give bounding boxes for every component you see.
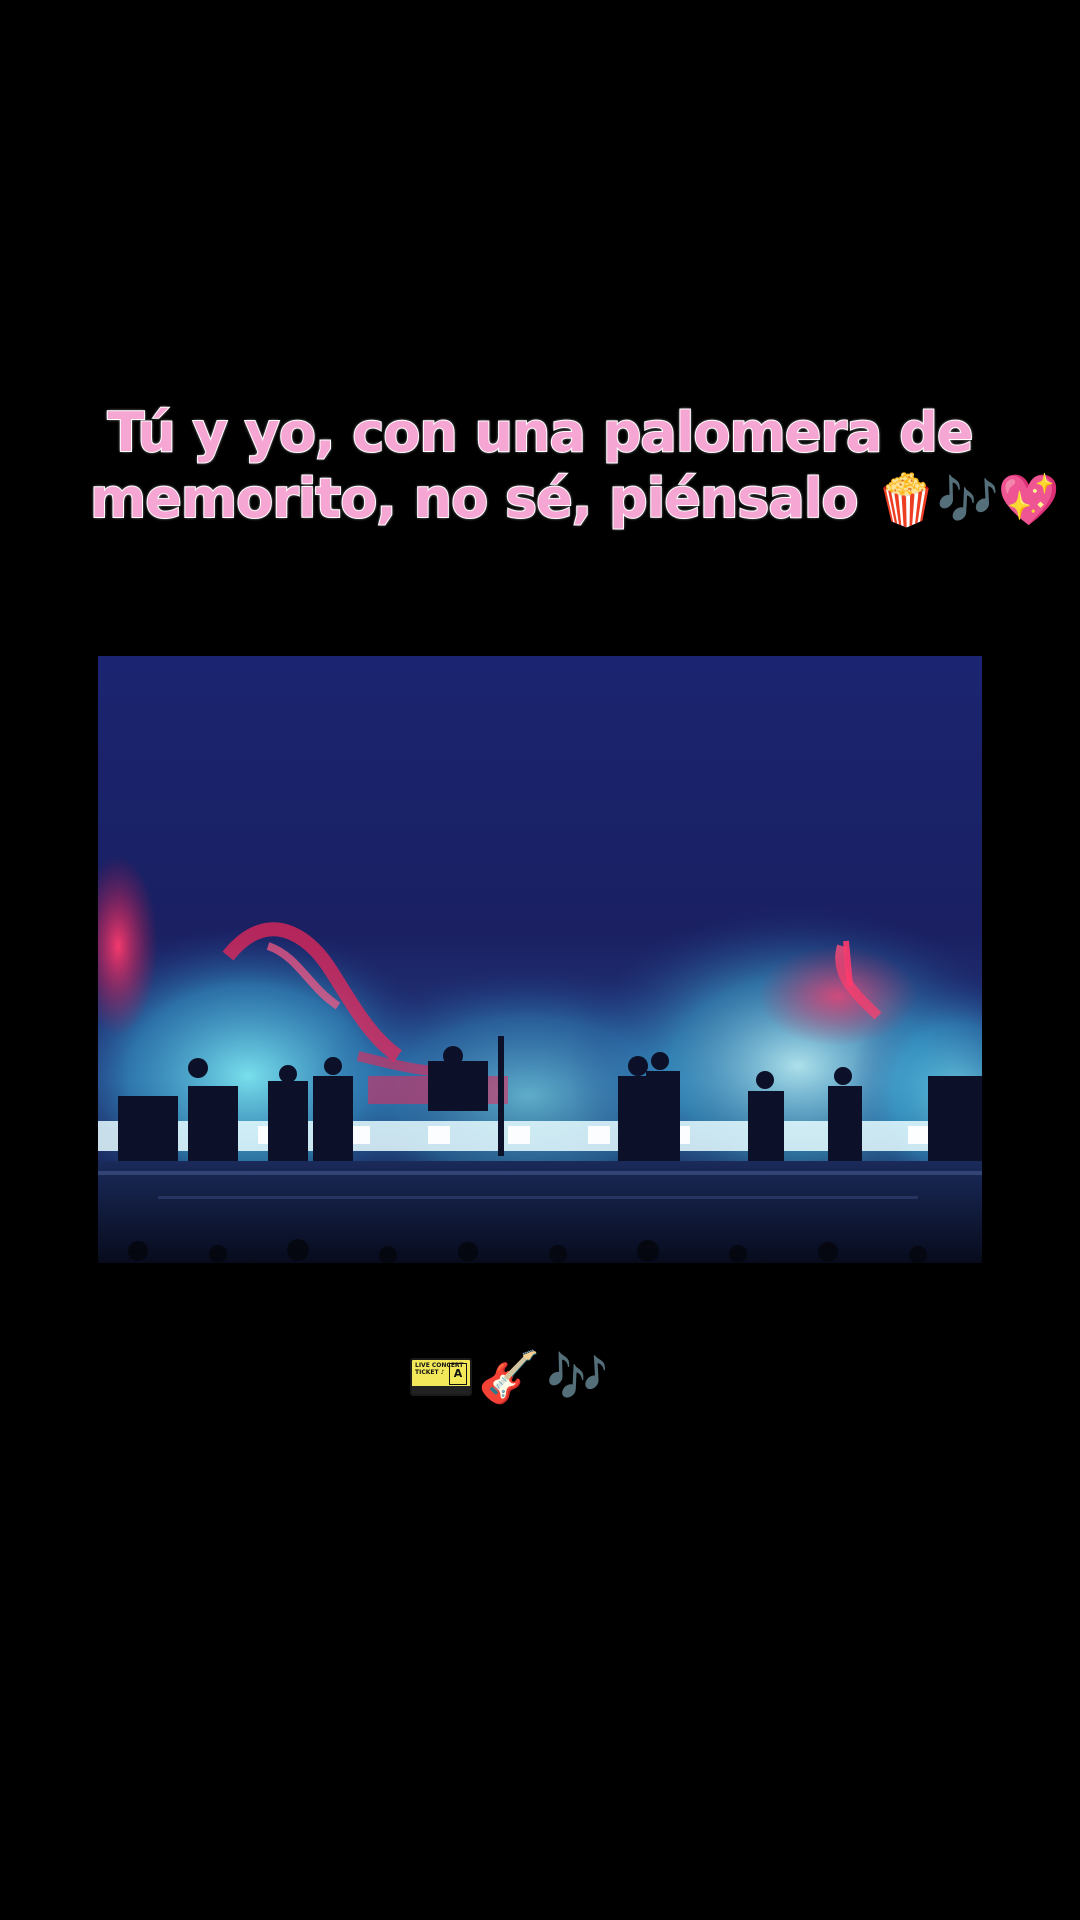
caption-overlay: Tú y yo, con una palomera de memorito, n… bbox=[89, 400, 1060, 533]
video-screen[interactable]: Tú y yo, con una palomera de memorito, n… bbox=[0, 0, 1080, 1920]
concert-stage-image bbox=[98, 656, 982, 1263]
caption-line-2: memorito, no sé, piénsalo 🍿🎶💖 bbox=[89, 466, 1060, 533]
ticket-strip bbox=[412, 1386, 470, 1394]
caption-emojis: 🍿🎶💖 bbox=[875, 471, 1060, 529]
ticket-zone: A bbox=[449, 1363, 467, 1385]
caption-line-2-text: memorito, no sé, piénsalo bbox=[89, 466, 859, 531]
caption-line-1: Tú y yo, con una palomera de bbox=[107, 400, 975, 465]
bottom-emoji-row: LIVE CONCERT TICKET ♪ A 🎸 🎶 bbox=[410, 1344, 670, 1410]
concert-video-frame[interactable] bbox=[98, 656, 982, 1263]
music-notes-icon: 🎶 bbox=[546, 1348, 609, 1406]
concert-ticket-icon: LIVE CONCERT TICKET ♪ A bbox=[410, 1358, 472, 1396]
guitar-icon: 🎸 bbox=[478, 1348, 541, 1406]
